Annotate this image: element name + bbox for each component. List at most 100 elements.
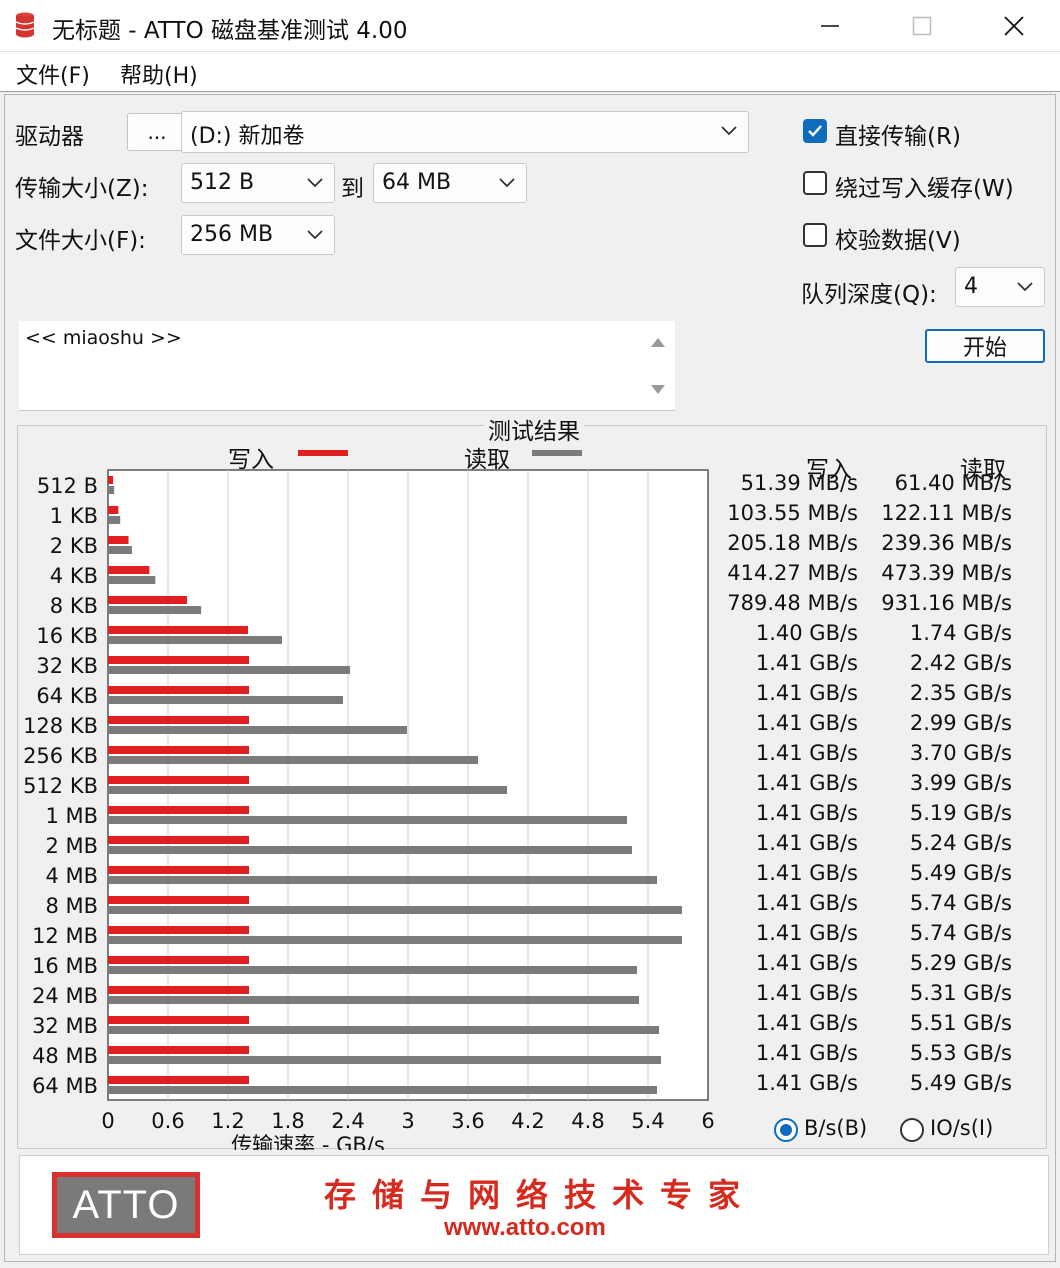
read-bar [108, 726, 407, 734]
read-bar [108, 1086, 657, 1094]
file-size-select[interactable]: 256 MB [181, 215, 335, 255]
write-bar [108, 536, 129, 544]
read-bar [108, 666, 350, 674]
transfer-from-select[interactable]: 512 B [181, 163, 335, 203]
checkmark-icon [808, 125, 822, 137]
y-tick-label: 8 MB [45, 894, 98, 918]
write-bar [108, 956, 249, 964]
y-tick-label: 2 KB [50, 534, 98, 558]
menu-help[interactable]: 帮助(H) [120, 58, 198, 90]
y-tick-label: 48 MB [32, 1044, 98, 1068]
y-tick-label: 64 MB [32, 1074, 98, 1098]
drive-select[interactable]: (D:) 新加卷 [181, 111, 749, 153]
y-tick-label: 16 MB [32, 954, 98, 978]
read-bar [108, 906, 682, 914]
x-axis-label: 传输速率 - GB/s [231, 1133, 385, 1150]
read-bar [108, 576, 156, 584]
atto-banner[interactable]: ATTO 存储与网络技术专家 www.atto.com [19, 1155, 1049, 1255]
write-value: 1.41 GB/s [755, 771, 858, 795]
transfer-to-value: 64 MB [382, 170, 452, 195]
unit-io-label: IO/s(I) [930, 1116, 994, 1140]
write-bar [108, 476, 114, 484]
x-tick-label: 6 [701, 1109, 714, 1133]
browse-button[interactable]: ... [127, 113, 187, 151]
description-text: << miaoshu >> [25, 327, 182, 349]
read-bar [108, 486, 115, 494]
unit-bytes-radio[interactable] [774, 1118, 798, 1142]
y-tick-label: 64 KB [36, 684, 98, 708]
read-bar [108, 786, 507, 794]
read-value: 61.40 MB/s [894, 471, 1012, 495]
chevron-down-icon [1017, 282, 1033, 292]
y-tick-label: 1 MB [45, 804, 98, 828]
scroll-down-icon [651, 385, 665, 394]
minimize-button[interactable] [784, 0, 876, 52]
y-tick-label: 4 KB [50, 564, 98, 588]
read-value: 2.35 GB/s [909, 681, 1012, 705]
read-value: 5.31 GB/s [909, 981, 1012, 1005]
read-bar [108, 996, 639, 1004]
start-button[interactable]: 开始 [925, 329, 1045, 363]
write-value: 51.39 MB/s [740, 471, 858, 495]
menu-file[interactable]: 文件(F) [16, 58, 90, 90]
transfer-size-label: 传输大小(Z): [15, 176, 149, 202]
read-value: 5.49 GB/s [909, 1071, 1012, 1095]
write-bar [108, 806, 249, 814]
x-tick-label: 3 [401, 1109, 414, 1133]
title-bar: 无标题 - ATTO 磁盘基准测试 4.00 [0, 0, 1060, 52]
main-panel: 驱动器 ... (D:) 新加卷 传输大小(Z): 512 B 到 64 MB … [4, 94, 1056, 1262]
maximize-button[interactable] [876, 0, 968, 52]
read-bar [108, 546, 132, 554]
scroll-up-icon [651, 338, 665, 347]
write-bar [108, 836, 249, 844]
read-bar [108, 696, 343, 704]
read-value: 473.39 MB/s [881, 561, 1012, 585]
write-value: 1.41 GB/s [755, 891, 858, 915]
close-button[interactable] [968, 0, 1060, 52]
unit-io-radio[interactable] [900, 1118, 924, 1142]
read-value: 239.36 MB/s [881, 531, 1012, 555]
write-bar [108, 686, 249, 694]
write-bar [108, 866, 249, 874]
write-value: 789.48 MB/s [727, 591, 858, 615]
y-tick-label: 512 KB [23, 774, 98, 798]
transfer-to-select[interactable]: 64 MB [373, 163, 527, 203]
y-tick-label: 256 KB [23, 744, 98, 768]
x-tick-label: 4.8 [571, 1109, 604, 1133]
read-bar [108, 1056, 661, 1064]
write-bar [108, 1076, 249, 1084]
file-size-value: 256 MB [190, 222, 274, 247]
read-value: 5.53 GB/s [909, 1041, 1012, 1065]
bypass-cache-label: 绕过写入缓存(W) [835, 176, 1014, 202]
verify-data-checkbox[interactable] [803, 223, 827, 247]
x-tick-label: 3.6 [451, 1109, 484, 1133]
write-value: 1.41 GB/s [755, 711, 858, 735]
y-tick-label: 8 KB [50, 594, 98, 618]
description-box[interactable]: << miaoshu >> [19, 321, 675, 411]
queue-depth-select[interactable]: 4 [955, 267, 1045, 307]
x-tick-label: 2.4 [331, 1109, 364, 1133]
read-bar [108, 1026, 659, 1034]
queue-depth-value: 4 [964, 274, 978, 299]
read-value: 2.99 GB/s [909, 711, 1012, 735]
read-value: 5.29 GB/s [909, 951, 1012, 975]
direct-io-checkbox[interactable] [803, 119, 827, 143]
y-tick-label: 2 MB [45, 834, 98, 858]
write-bar [108, 926, 249, 934]
results-panel: 测试结果 写入 读取 0 0.6 1.2 1.8 2.4 3 3.6 4.2 4.8 5.4 6 传输… [17, 412, 1047, 1150]
write-bar [108, 506, 119, 514]
write-value: 103.55 MB/s [727, 501, 858, 525]
write-value: 1.41 GB/s [755, 651, 858, 675]
write-bar [108, 776, 249, 784]
write-value: 1.41 GB/s [755, 801, 858, 825]
banner-url[interactable]: www.atto.com [444, 1214, 606, 1242]
x-tick-label: 0 [101, 1109, 114, 1133]
bypass-cache-checkbox[interactable] [803, 171, 827, 195]
write-bar [108, 566, 150, 574]
scrollbar[interactable] [641, 321, 675, 411]
read-bar [108, 606, 202, 614]
write-bar [108, 716, 249, 724]
file-size-label: 文件大小(F): [15, 228, 146, 254]
banner-slogan: 存储与网络技术专家 [324, 1176, 757, 1214]
y-tick-label: 512 B [37, 474, 98, 498]
